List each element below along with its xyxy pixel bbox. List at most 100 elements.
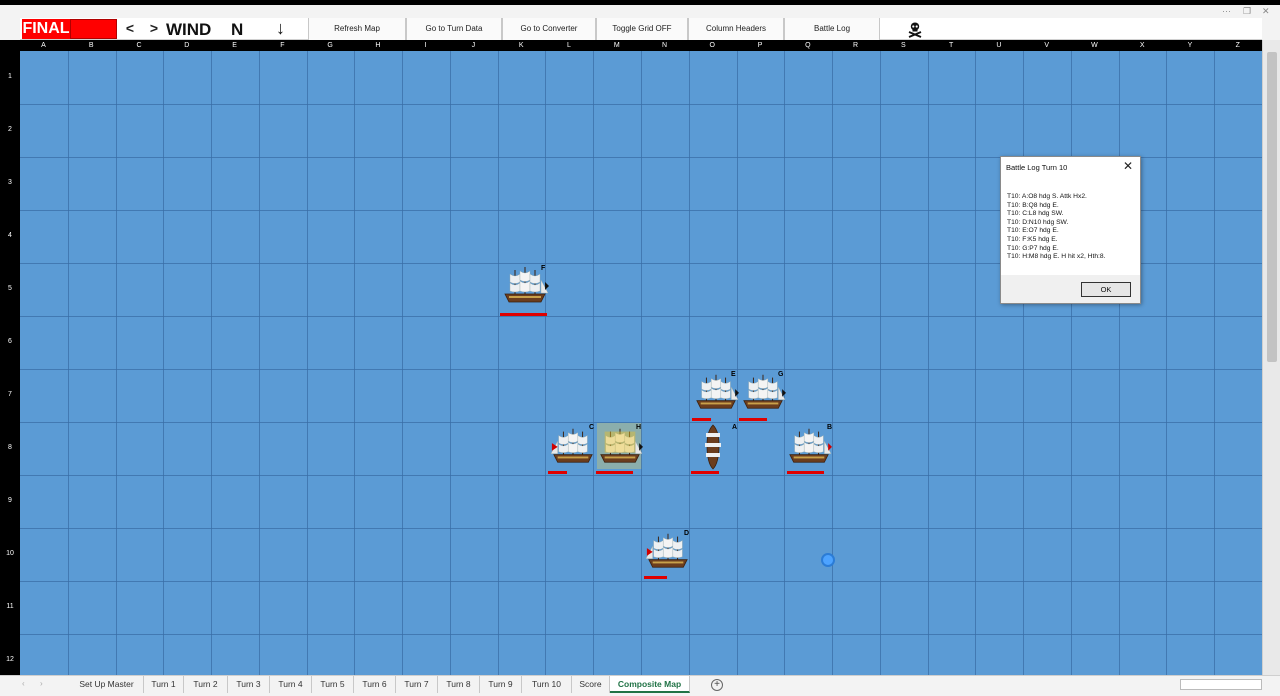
column-header-p[interactable]: P: [737, 40, 784, 51]
column-header-m[interactable]: M: [593, 40, 640, 51]
sheet-tab-turn-3[interactable]: Turn 3: [228, 676, 270, 693]
column-header-c[interactable]: C: [116, 40, 163, 51]
battle-log-line: T10: B:Q8 hdg E.: [1007, 201, 1059, 209]
column-header-g[interactable]: G: [307, 40, 354, 51]
toggle-grid-button[interactable]: Toggle Grid OFF: [596, 18, 688, 40]
sheet-tab-turn-6[interactable]: Turn 6: [354, 676, 396, 693]
column-header-v[interactable]: V: [1023, 40, 1070, 51]
column-header-b[interactable]: B: [68, 40, 115, 51]
column-header-n[interactable]: N: [641, 40, 688, 51]
row-header-10[interactable]: 10: [0, 550, 20, 557]
column-header-o[interactable]: O: [689, 40, 736, 51]
column-header-bar: ABCDEFGHIJKLMNOPQRSTUVWXYZ: [20, 40, 1262, 51]
row-header-3[interactable]: 3: [0, 179, 20, 186]
ship-b-icon[interactable]: [786, 425, 832, 465]
row-header-12[interactable]: 12: [0, 656, 20, 663]
column-header-z[interactable]: Z: [1214, 40, 1261, 51]
final-indicator-cell[interactable]: [70, 19, 117, 39]
row-header-bar: 1 2 3 4 5 6 7 8 9 10 11 12: [0, 40, 20, 675]
close-window-icon[interactable]: ✕: [1262, 5, 1270, 17]
ship-health-bar: [692, 418, 711, 421]
wind-direction-value: N: [231, 20, 244, 39]
ship-label: H: [636, 424, 642, 431]
go-to-turn-data-button[interactable]: Go to Turn Data: [406, 18, 502, 40]
vertical-scrollbar[interactable]: [1262, 40, 1280, 675]
more-options-icon[interactable]: ···: [1222, 5, 1231, 17]
column-header-i[interactable]: I: [402, 40, 449, 51]
column-header-d[interactable]: D: [163, 40, 210, 51]
restore-icon[interactable]: ❐: [1243, 5, 1251, 17]
sheet-tabs-bar: ‹ › + Set Up Master Turn 1 Turn 2 Turn 3 Tur…: [0, 675, 1280, 696]
go-to-converter-button[interactable]: Go to Converter: [502, 18, 596, 40]
column-header-a[interactable]: A: [20, 40, 67, 51]
spreadsheet-window: ··· ❐ ✕ FINAL < > WIND N ↓ Refresh Map G…: [0, 0, 1280, 696]
ship-a-icon[interactable]: [701, 423, 725, 471]
column-header-k[interactable]: K: [498, 40, 545, 51]
composite-map[interactable]: F E G C H A B D: [20, 51, 1262, 675]
ship-health-bar: [596, 471, 633, 474]
column-header-h[interactable]: H: [354, 40, 401, 51]
column-header-s[interactable]: S: [880, 40, 927, 51]
dialog-close-icon[interactable]: ✕: [1121, 159, 1135, 173]
column-header-x[interactable]: X: [1119, 40, 1166, 51]
sheet-tab-turn-5[interactable]: Turn 5: [312, 676, 354, 693]
row-header-1[interactable]: 1: [0, 73, 20, 80]
battle-log-line: T10: H:M8 hdg E. H hit x2, Hth:8.: [1007, 253, 1106, 261]
previous-turn-button[interactable]: <: [118, 19, 142, 39]
grid-line-horizontal: [20, 369, 1262, 370]
column-header-y[interactable]: Y: [1166, 40, 1213, 51]
sheet-tab-turn-9[interactable]: Turn 9: [480, 676, 522, 693]
sheet-tab-turn-4[interactable]: Turn 4: [270, 676, 312, 693]
add-sheet-icon[interactable]: +: [711, 679, 723, 691]
column-header-j[interactable]: J: [450, 40, 497, 51]
grid-line-horizontal: [20, 528, 1262, 529]
row-header-6[interactable]: 6: [0, 338, 20, 345]
ok-button[interactable]: OK: [1081, 282, 1131, 297]
sheet-tab-turn-7[interactable]: Turn 7: [396, 676, 438, 693]
row-header-7[interactable]: 7: [0, 391, 20, 398]
vertical-scroll-thumb[interactable]: [1267, 52, 1277, 362]
sheet-tab-set-up-master[interactable]: Set Up Master: [70, 676, 144, 693]
row-header-4[interactable]: 4: [0, 232, 20, 239]
tab-scroll-next-icon[interactable]: ›: [40, 679, 43, 688]
row-header-11[interactable]: 11: [0, 603, 20, 610]
sheet-tab-turn-8[interactable]: Turn 8: [438, 676, 480, 693]
column-header-t[interactable]: T: [928, 40, 975, 51]
macro-button-row: FINAL < > WIND N ↓ Refresh Map Go to Tur…: [20, 18, 1262, 40]
skull-crossbones-icon[interactable]: [906, 20, 924, 38]
ship-h-icon[interactable]: [597, 425, 643, 465]
refresh-map-button[interactable]: Refresh Map: [308, 18, 406, 40]
column-header-w[interactable]: W: [1071, 40, 1118, 51]
wind-label: WIND: [166, 20, 212, 39]
sheet-tab-turn-10[interactable]: Turn 10: [522, 676, 572, 693]
sheet-tab-turn-1[interactable]: Turn 1: [144, 676, 184, 693]
row-header-5[interactable]: 5: [0, 285, 20, 292]
sheet-tab-composite-map[interactable]: Composite Map: [610, 676, 690, 693]
column-header-l[interactable]: L: [545, 40, 592, 51]
column-header-f[interactable]: F: [259, 40, 306, 51]
column-header-e[interactable]: E: [211, 40, 258, 51]
battle-log-button[interactable]: Battle Log: [784, 18, 880, 40]
grid-line-horizontal: [20, 475, 1262, 476]
next-turn-button[interactable]: >: [142, 19, 166, 39]
tab-scroll-prev-icon[interactable]: ‹: [22, 679, 25, 688]
column-header-u[interactable]: U: [975, 40, 1022, 51]
column-header-q[interactable]: Q: [784, 40, 831, 51]
battle-log-line: T10: F:K5 hdg E.: [1007, 235, 1058, 243]
column-headers-button[interactable]: Column Headers: [688, 18, 784, 40]
ship-label: C: [589, 424, 595, 431]
grid-line-horizontal: [20, 104, 1262, 105]
row-header-2[interactable]: 2: [0, 126, 20, 133]
sheet-tab-score[interactable]: Score: [572, 676, 610, 693]
row-header-8[interactable]: 8: [0, 444, 20, 451]
battle-log-text: T10: A:O8 hdg S. Attk Hx2. T10: B:Q8 hdg …: [1007, 193, 1137, 262]
ship-label: E: [731, 371, 736, 378]
row-header-9[interactable]: 9: [0, 497, 20, 504]
sheet-tab-turn-2[interactable]: Turn 2: [184, 676, 228, 693]
cursor-indicator-icon: [821, 553, 835, 567]
window-title-bar: ··· ❐ ✕: [0, 5, 1280, 18]
column-header-r[interactable]: R: [832, 40, 879, 51]
ship-label: F: [541, 265, 546, 272]
horizontal-scrollbar[interactable]: [1180, 679, 1262, 690]
ship-c-icon[interactable]: [550, 425, 596, 465]
